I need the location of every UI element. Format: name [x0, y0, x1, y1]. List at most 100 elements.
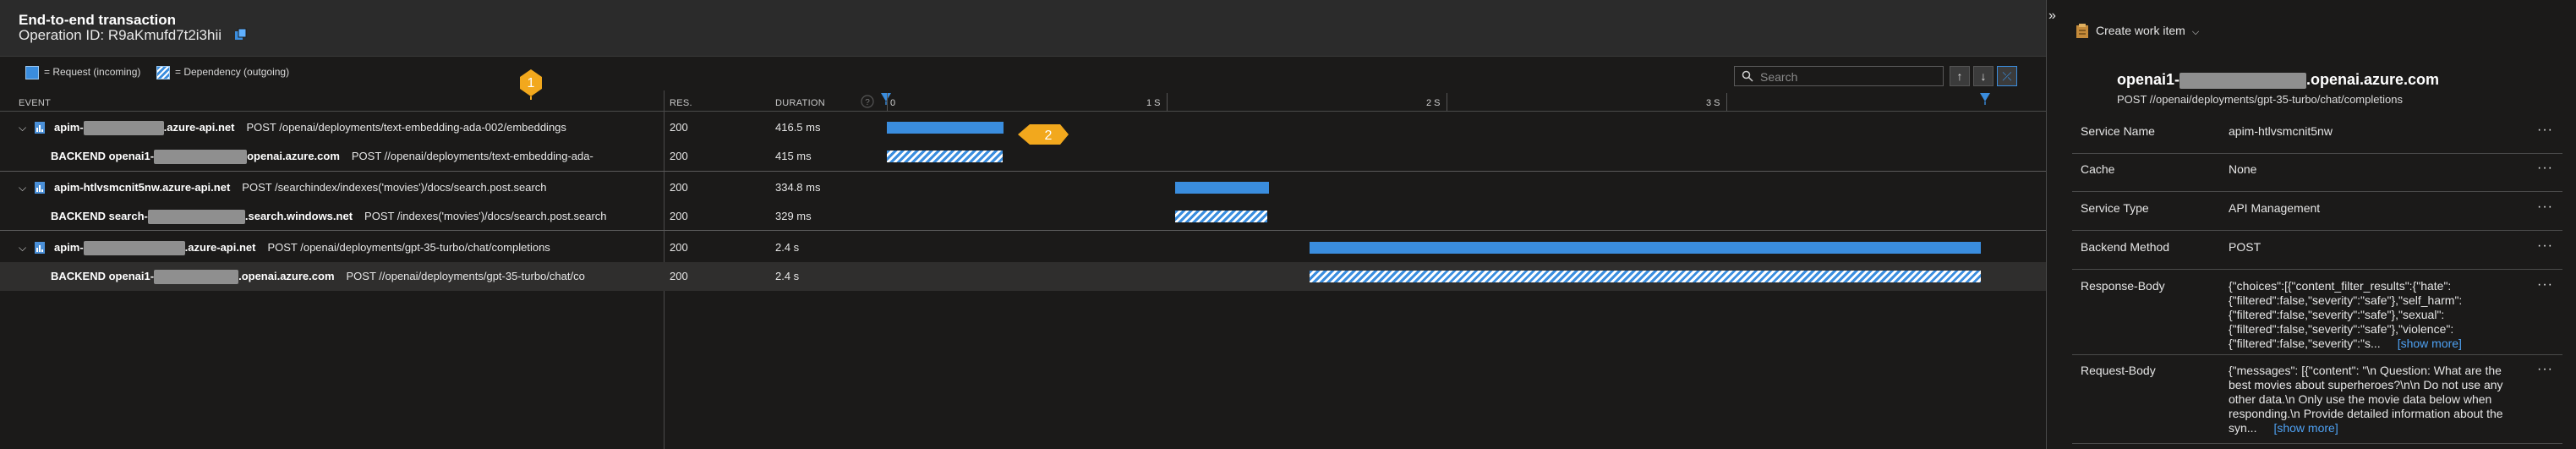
event-host: BACKEND openai1-	[51, 270, 155, 282]
property-value-text: API Management	[2229, 201, 2321, 215]
request-timeline-bar[interactable]	[1174, 182, 1269, 194]
property-key: Request-Body	[2081, 364, 2156, 377]
dependency-name: openai1- .openai.azure.com	[2117, 71, 2439, 89]
dependency-name-suffix: .openai.azure.com	[2306, 71, 2440, 88]
chevron-down-icon[interactable]: ⌵	[19, 113, 26, 142]
work-item-icon	[2076, 24, 2088, 39]
column-duration: DURATION	[775, 98, 826, 108]
property-key: Cache	[2081, 162, 2115, 176]
legend-request: = Request (incoming)	[25, 66, 140, 79]
more-options-icon[interactable]: ···	[2537, 277, 2553, 293]
property-row: Cache None ···	[2072, 154, 2562, 192]
dependency-name-prefix: openai1-	[2117, 71, 2180, 88]
redacted-block	[2179, 72, 2307, 89]
timeline-tick-label: 0	[890, 98, 896, 108]
event-method-path: POST /openai/deployments/text-embedding-…	[246, 121, 566, 134]
chevron-down-icon[interactable]: ⌵	[19, 173, 26, 202]
duration-cell: 2.4 s	[775, 241, 800, 254]
result-cell: 200	[670, 150, 688, 162]
more-options-icon[interactable]: ···	[2537, 123, 2553, 138]
cell-clip	[665, 173, 2046, 202]
more-options-icon[interactable]: ···	[2537, 238, 2553, 254]
property-value: {"messages": [{"content": "\n Question: …	[2229, 364, 2508, 435]
column-event: EVENT	[19, 98, 52, 108]
double-chevron-right-icon[interactable]: »	[2048, 8, 2056, 24]
search-box[interactable]	[1734, 66, 1944, 86]
search-input[interactable]	[1758, 68, 1931, 85]
arrow-down-icon[interactable]: ↓	[1973, 66, 1994, 86]
search-icon	[1742, 70, 1753, 82]
duration-cell: 329 ms	[775, 210, 812, 222]
timeline-tick	[887, 93, 888, 112]
event-host: apim-	[54, 241, 84, 254]
app-insights-icon	[35, 122, 45, 134]
property-key: Response-Body	[2081, 279, 2165, 293]
arrow-up-icon[interactable]: ↑	[1950, 66, 1970, 86]
event-method-path: POST /indexes('movies')/docs/search.post…	[364, 210, 607, 222]
legend-dependency-label: = Dependency (outgoing)	[175, 66, 290, 79]
duration-cell: 334.8 ms	[775, 181, 821, 194]
chevron-down-icon[interactable]: ⌵	[19, 233, 26, 262]
event-cell: apim- .azure-api.net POST /openai/deployme…	[54, 233, 550, 262]
property-row: Service Type API Management ···	[2072, 193, 2562, 231]
property-key: Service Type	[2081, 201, 2149, 215]
more-options-icon[interactable]: ···	[2537, 362, 2553, 377]
group-divider	[0, 171, 2046, 172]
request-row[interactable]: ⌵ apim-htlvsmcnit5nw.azure-api.net POST /s…	[0, 173, 2046, 202]
event-host: BACKEND search-	[51, 210, 148, 222]
cell-clip	[665, 142, 2046, 171]
event-host-suffix: .azure-api.net	[163, 121, 235, 134]
timeline-end-marker[interactable]	[1978, 91, 1992, 105]
dependency-row[interactable]: BACKEND search- .search.windows.net POST /…	[0, 202, 2046, 231]
collapse-icon[interactable]: ⤫	[1997, 66, 2017, 86]
create-work-item-label: Create work item	[2096, 24, 2185, 37]
legend-dependency: = Dependency (outgoing)	[156, 66, 289, 79]
property-value: None	[2229, 162, 2508, 177]
svg-text:?: ?	[865, 98, 870, 107]
more-options-icon[interactable]: ···	[2537, 200, 2553, 215]
header-divider	[0, 111, 2046, 112]
event-host: apim-htlvsmcnit5nw.azure-api.net	[54, 181, 231, 194]
event-host: apim-	[54, 121, 84, 134]
cell-clip	[665, 113, 2046, 142]
show-more-link[interactable]: [show more]	[2398, 337, 2462, 350]
chevron-down-icon: ⌵	[2191, 27, 2200, 37]
event-method-path: POST /searchindex/indexes('movies')/docs…	[242, 181, 547, 194]
property-row: Response-Body {"choices":[{"content_filte…	[2072, 271, 2562, 355]
request-timeline-bar[interactable]	[1309, 242, 1982, 254]
legend-dependency-swatch	[156, 66, 170, 79]
column-result: RES.	[670, 98, 692, 108]
event-cell: apim- .azure-api.net POST /openai/deployme…	[54, 113, 566, 142]
dependency-row[interactable]: BACKEND openai1- .openai.azure.com POST //…	[0, 262, 2046, 291]
page-title: End-to-end transaction	[19, 12, 177, 28]
operation-id: Operation ID: R9aKmufd7t2i3hii	[19, 27, 222, 43]
redacted-block	[83, 121, 164, 136]
request-timeline-bar[interactable]	[887, 122, 1004, 134]
timeline-tick	[1726, 93, 1727, 112]
property-value-text: None	[2229, 162, 2257, 176]
app-insights-icon	[2085, 74, 2103, 98]
copy-icon[interactable]	[233, 27, 249, 42]
property-value-text: {"messages": [{"content": "\n Question: …	[2229, 364, 2503, 435]
timeline-tick-label: 2 S	[1426, 98, 1441, 108]
result-cell: 200	[670, 270, 688, 282]
request-row[interactable]: ⌵ apim- .azure-api.net POST /openai/deploym…	[0, 233, 2046, 262]
property-row: Service Name apim-htlvsmcnit5nw ···	[2072, 116, 2562, 154]
redacted-block	[147, 210, 245, 225]
help-icon[interactable]: ?	[860, 94, 875, 109]
duration-cell: 2.4 s	[775, 270, 800, 282]
app-insights-icon	[35, 242, 45, 254]
more-options-icon[interactable]: ···	[2537, 161, 2553, 176]
show-more-link[interactable]: [show more]	[2273, 421, 2338, 435]
property-divider	[2072, 191, 2562, 192]
dependency-timeline-bar[interactable]	[1309, 271, 1982, 282]
event-cell: BACKEND search- .search.windows.net POST /…	[51, 202, 607, 231]
result-cell: 200	[670, 181, 688, 194]
property-key: Backend Method	[2081, 240, 2170, 254]
create-work-item-button[interactable]: Create work item ⌵	[2076, 24, 2199, 39]
dependency-timeline-bar[interactable]	[1174, 211, 1267, 222]
property-value: API Management	[2229, 201, 2508, 216]
callout-2: 2	[1018, 124, 1069, 145]
duration-cell: 415 ms	[775, 150, 812, 162]
dependency-timeline-bar[interactable]	[887, 151, 1004, 162]
